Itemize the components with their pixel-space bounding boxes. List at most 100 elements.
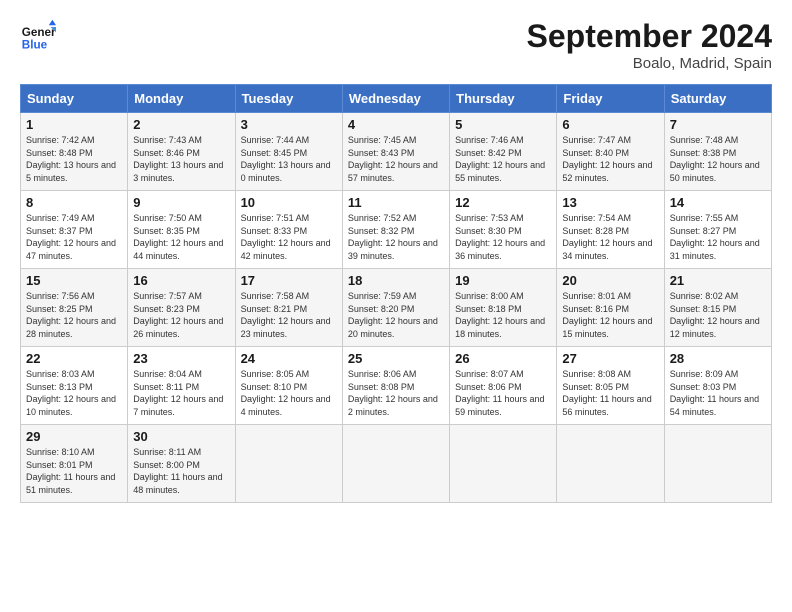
calendar-cell: 17 Sunrise: 7:58 AMSunset: 8:21 PMDayligh… bbox=[235, 269, 342, 347]
calendar-table: Sunday Monday Tuesday Wednesday Thursday… bbox=[20, 84, 772, 503]
col-thursday: Thursday bbox=[450, 85, 557, 113]
day-info: Sunrise: 8:00 AMSunset: 8:18 PMDaylight:… bbox=[455, 290, 551, 340]
day-info: Sunrise: 8:02 AMSunset: 8:15 PMDaylight:… bbox=[670, 290, 766, 340]
calendar-cell bbox=[235, 425, 342, 503]
day-number: 25 bbox=[348, 351, 444, 366]
day-number: 13 bbox=[562, 195, 658, 210]
calendar-cell: 24Sunrise: 8:05 AMSunset: 8:10 PMDayligh… bbox=[235, 347, 342, 425]
day-number: 18 bbox=[348, 273, 444, 288]
day-number: 1 bbox=[26, 117, 122, 132]
day-number: 17 bbox=[241, 273, 337, 288]
calendar-cell bbox=[664, 425, 771, 503]
day-number: 21 bbox=[670, 273, 766, 288]
calendar-cell bbox=[450, 425, 557, 503]
day-number: 12 bbox=[455, 195, 551, 210]
page-container: General Blue September 2024 Boalo, Madri… bbox=[0, 0, 792, 513]
calendar-cell: 21 Sunrise: 8:02 AMSunset: 8:15 PMDayligh… bbox=[664, 269, 771, 347]
title-block: September 2024 Boalo, Madrid, Spain bbox=[527, 18, 772, 72]
day-info: Sunrise: 8:09 AMSunset: 8:03 PMDaylight:… bbox=[670, 368, 766, 418]
col-sunday: Sunday bbox=[21, 85, 128, 113]
day-info: Sunrise: 8:08 AMSunset: 8:05 PMDaylight:… bbox=[562, 368, 658, 418]
month-title: September 2024 bbox=[527, 18, 772, 55]
calendar-cell: 14 Sunrise: 7:55 AMSunset: 8:27 PMDayligh… bbox=[664, 191, 771, 269]
day-number: 10 bbox=[241, 195, 337, 210]
day-info: Sunrise: 7:48 AMSunset: 8:38 PMDaylight:… bbox=[670, 134, 766, 184]
day-number: 23 bbox=[133, 351, 229, 366]
calendar-cell: 23 Sunrise: 8:04 AMSunset: 8:11 PMDayligh… bbox=[128, 347, 235, 425]
day-info: Sunrise: 7:54 AMSunset: 8:28 PMDaylight:… bbox=[562, 212, 658, 262]
day-number: 29 bbox=[26, 429, 122, 444]
day-info: Sunrise: 8:01 AMSunset: 8:16 PMDaylight:… bbox=[562, 290, 658, 340]
day-info: Sunrise: 7:53 AMSunset: 8:30 PMDaylight:… bbox=[455, 212, 551, 262]
calendar-cell: 4 Sunrise: 7:45 AMSunset: 8:43 PMDaylight… bbox=[342, 113, 449, 191]
calendar-cell: 20 Sunrise: 8:01 AMSunset: 8:16 PMDayligh… bbox=[557, 269, 664, 347]
day-number: 14 bbox=[670, 195, 766, 210]
day-number: 15 bbox=[26, 273, 122, 288]
day-info: Sunrise: 7:43 AMSunset: 8:46 PMDaylight:… bbox=[133, 134, 229, 184]
calendar-cell: 3 Sunrise: 7:44 AMSunset: 8:45 PMDaylight… bbox=[235, 113, 342, 191]
day-number: 5 bbox=[455, 117, 551, 132]
calendar-cell: 18 Sunrise: 7:59 AMSunset: 8:20 PMDayligh… bbox=[342, 269, 449, 347]
calendar-cell: 7 Sunrise: 7:48 AMSunset: 8:38 PMDaylight… bbox=[664, 113, 771, 191]
day-info: Sunrise: 7:51 AMSunset: 8:33 PMDaylight:… bbox=[241, 212, 337, 262]
day-number: 8 bbox=[26, 195, 122, 210]
day-info: Sunrise: 8:05 AMSunset: 8:10 PMDaylight:… bbox=[241, 368, 337, 418]
day-info: Sunrise: 8:10 AMSunset: 8:01 PMDaylight:… bbox=[26, 446, 122, 496]
calendar-cell: 10 Sunrise: 7:51 AMSunset: 8:33 PMDayligh… bbox=[235, 191, 342, 269]
calendar-week-4: 22Sunrise: 8:03 AMSunset: 8:13 PMDayligh… bbox=[21, 347, 772, 425]
calendar-cell: 12 Sunrise: 7:53 AMSunset: 8:30 PMDayligh… bbox=[450, 191, 557, 269]
day-info: Sunrise: 7:58 AMSunset: 8:21 PMDaylight:… bbox=[241, 290, 337, 340]
day-info: Sunrise: 8:07 AMSunset: 8:06 PMDaylight:… bbox=[455, 368, 551, 418]
calendar-cell: 27 Sunrise: 8:08 AMSunset: 8:05 PMDayligh… bbox=[557, 347, 664, 425]
calendar-cell: 13 Sunrise: 7:54 AMSunset: 8:28 PMDayligh… bbox=[557, 191, 664, 269]
logo-icon: General Blue bbox=[20, 18, 56, 54]
day-info: Sunrise: 7:47 AMSunset: 8:40 PMDaylight:… bbox=[562, 134, 658, 184]
calendar-cell: 29 Sunrise: 8:10 AMSunset: 8:01 PMDayligh… bbox=[21, 425, 128, 503]
calendar-week-3: 15Sunrise: 7:56 AMSunset: 8:25 PMDayligh… bbox=[21, 269, 772, 347]
calendar-cell: 1 Sunrise: 7:42 AMSunset: 8:48 PMDaylight… bbox=[21, 113, 128, 191]
day-info: Sunrise: 7:44 AMSunset: 8:45 PMDaylight:… bbox=[241, 134, 337, 184]
col-saturday: Saturday bbox=[664, 85, 771, 113]
calendar-week-2: 8 Sunrise: 7:49 AMSunset: 8:37 PMDaylight… bbox=[21, 191, 772, 269]
day-number: 28 bbox=[670, 351, 766, 366]
day-number: 9 bbox=[133, 195, 229, 210]
day-info: Sunrise: 7:46 AMSunset: 8:42 PMDaylight:… bbox=[455, 134, 551, 184]
day-info: Sunrise: 7:52 AMSunset: 8:32 PMDaylight:… bbox=[348, 212, 444, 262]
header: General Blue September 2024 Boalo, Madri… bbox=[20, 18, 772, 72]
day-number: 6 bbox=[562, 117, 658, 132]
calendar-cell: 6 Sunrise: 7:47 AMSunset: 8:40 PMDaylight… bbox=[557, 113, 664, 191]
day-number: 19 bbox=[455, 273, 551, 288]
day-number: 3 bbox=[241, 117, 337, 132]
svg-text:General: General bbox=[22, 26, 56, 39]
day-number: 30 bbox=[133, 429, 229, 444]
calendar-week-5: 29 Sunrise: 8:10 AMSunset: 8:01 PMDayligh… bbox=[21, 425, 772, 503]
calendar-body: 1 Sunrise: 7:42 AMSunset: 8:48 PMDaylight… bbox=[21, 113, 772, 503]
col-friday: Friday bbox=[557, 85, 664, 113]
calendar-week-1: 1 Sunrise: 7:42 AMSunset: 8:48 PMDaylight… bbox=[21, 113, 772, 191]
calendar-cell: 2Sunrise: 7:43 AMSunset: 8:46 PMDaylight… bbox=[128, 113, 235, 191]
calendar-cell bbox=[342, 425, 449, 503]
day-info: Sunrise: 7:57 AMSunset: 8:23 PMDaylight:… bbox=[133, 290, 229, 340]
calendar-cell: 25 Sunrise: 8:06 AMSunset: 8:08 PMDayligh… bbox=[342, 347, 449, 425]
day-info: Sunrise: 7:45 AMSunset: 8:43 PMDaylight:… bbox=[348, 134, 444, 184]
day-number: 4 bbox=[348, 117, 444, 132]
day-info: Sunrise: 7:42 AMSunset: 8:48 PMDaylight:… bbox=[26, 134, 122, 184]
day-number: 7 bbox=[670, 117, 766, 132]
day-info: Sunrise: 8:06 AMSunset: 8:08 PMDaylight:… bbox=[348, 368, 444, 418]
day-info: Sunrise: 7:59 AMSunset: 8:20 PMDaylight:… bbox=[348, 290, 444, 340]
day-number: 27 bbox=[562, 351, 658, 366]
day-info: Sunrise: 7:49 AMSunset: 8:37 PMDaylight:… bbox=[26, 212, 122, 262]
calendar-cell: 19 Sunrise: 8:00 AMSunset: 8:18 PMDayligh… bbox=[450, 269, 557, 347]
day-info: Sunrise: 8:04 AMSunset: 8:11 PMDaylight:… bbox=[133, 368, 229, 418]
calendar-cell: 15Sunrise: 7:56 AMSunset: 8:25 PMDayligh… bbox=[21, 269, 128, 347]
calendar-cell: 22Sunrise: 8:03 AMSunset: 8:13 PMDayligh… bbox=[21, 347, 128, 425]
location: Boalo, Madrid, Spain bbox=[527, 55, 772, 72]
day-number: 11 bbox=[348, 195, 444, 210]
header-row: Sunday Monday Tuesday Wednesday Thursday… bbox=[21, 85, 772, 113]
day-info: Sunrise: 8:11 AMSunset: 8:00 PMDaylight:… bbox=[133, 446, 229, 496]
col-monday: Monday bbox=[128, 85, 235, 113]
day-number: 22 bbox=[26, 351, 122, 366]
day-number: 20 bbox=[562, 273, 658, 288]
day-info: Sunrise: 7:55 AMSunset: 8:27 PMDaylight:… bbox=[670, 212, 766, 262]
calendar-cell bbox=[557, 425, 664, 503]
